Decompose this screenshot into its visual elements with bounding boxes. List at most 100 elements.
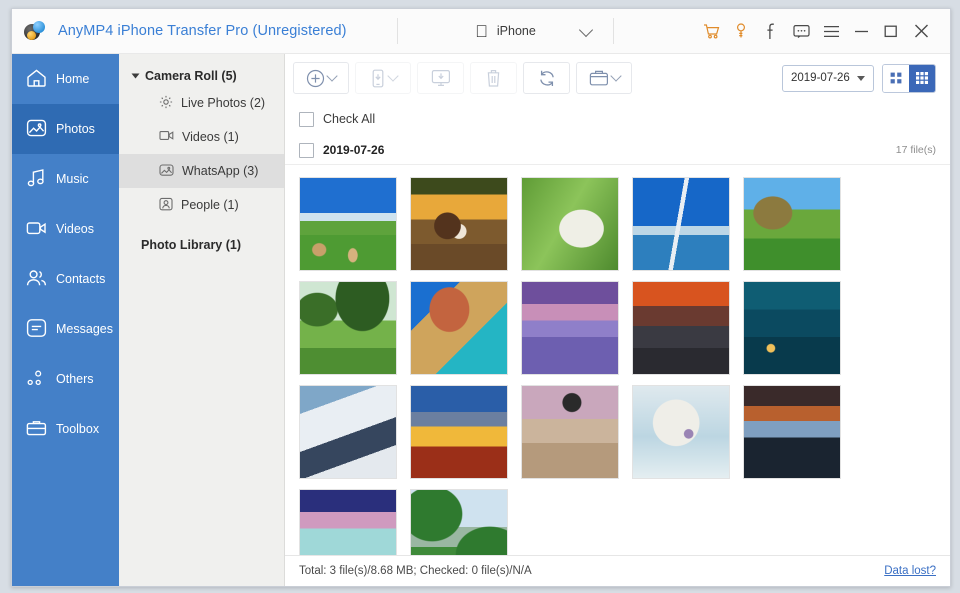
- tree-item-people[interactable]: People (1): [119, 188, 284, 222]
- anymp4-logo-icon: [24, 20, 48, 42]
- thumbnail-dark-pier-reflection[interactable]: [743, 385, 841, 479]
- tree-item-whatsapp[interactable]: WhatsApp (3): [119, 154, 284, 188]
- thumbnail-city-skyline-at-night[interactable]: [743, 281, 841, 375]
- group-checkbox[interactable]: [299, 143, 314, 158]
- chevron-down-icon: [610, 70, 621, 81]
- chevron-down-icon: [579, 23, 593, 37]
- image-icon: [159, 163, 174, 180]
- sidebar-item-others[interactable]: Others: [12, 354, 119, 404]
- title-bar: AnyMP4 iPhone Transfer Pro (Unregistered…: [12, 9, 950, 54]
- date-filter-dropdown[interactable]: 2019-07-26: [782, 65, 874, 92]
- check-all-label: Check All: [323, 112, 375, 126]
- view-options: 2019-07-26: [782, 64, 936, 93]
- date-filter-value: 2019-07-26: [791, 72, 850, 84]
- thumbnail-snow-covered-mountains[interactable]: [299, 385, 397, 479]
- thumbnail-coastal-cliff-village[interactable]: [410, 281, 508, 375]
- thumbnail-white-rabbit-in-grass[interactable]: [521, 177, 619, 271]
- device-selector[interactable]:  iPhone: [397, 18, 614, 44]
- contacts-icon: [26, 268, 47, 291]
- sidebar-item-label: Others: [56, 372, 94, 386]
- tree-item-label: Photo Library (1): [141, 238, 241, 252]
- thumbnail-green-meadow-with-sheep[interactable]: [299, 177, 397, 271]
- thumbnail-scroll-area[interactable]: [285, 165, 950, 555]
- key-icon[interactable]: [726, 16, 756, 46]
- sidebar-item-toolbox[interactable]: Toolbox: [12, 404, 119, 454]
- close-icon[interactable]: [906, 16, 936, 46]
- thumbnail-image: [300, 282, 396, 374]
- device-name: iPhone: [497, 24, 536, 38]
- thumbnail-image: [300, 178, 396, 270]
- thumbnail-dogs-on-deck-at-sunset[interactable]: [410, 177, 508, 271]
- home-icon: [26, 68, 47, 91]
- album-button[interactable]: [576, 62, 632, 94]
- person-icon: [159, 197, 173, 214]
- caret-down-icon[interactable]: [132, 74, 140, 79]
- thumbnail-tropical-foliage-seaview[interactable]: [410, 489, 508, 555]
- group-header: 2019-07-26 17 file(s): [285, 136, 950, 165]
- refresh-button[interactable]: [523, 62, 570, 94]
- export-to-device-button[interactable]: [355, 62, 411, 94]
- thumbnail-image: [633, 386, 729, 478]
- thumbnail-ferris-wheel-in-clouds[interactable]: [632, 385, 730, 479]
- add-button[interactable]: [293, 62, 349, 94]
- album-icon: [589, 69, 609, 87]
- thumbnail-grid: [299, 177, 950, 555]
- sidebar: Home Photos Music: [12, 54, 119, 586]
- sidebar-item-label: Messages: [56, 322, 113, 336]
- tree-item-label: Videos (1): [182, 130, 239, 144]
- thumbnail-image: [522, 178, 618, 270]
- toolbox-icon: [26, 418, 47, 441]
- large-grid-view-button[interactable]: [909, 65, 935, 92]
- group-file-count: 17 file(s): [896, 144, 936, 156]
- thumbnail-image: [411, 282, 507, 374]
- status-bar: Total: 3 file(s)/8.68 MB; Checked: 0 fil…: [285, 555, 950, 586]
- menu-icon[interactable]: [816, 16, 846, 46]
- window-body: Home Photos Music: [12, 54, 950, 586]
- sidebar-item-music[interactable]: Music: [12, 154, 119, 204]
- sidebar-item-label: Music: [56, 172, 89, 186]
- check-all-row[interactable]: Check All: [285, 102, 950, 136]
- thumbnail-image: [744, 282, 840, 374]
- thumbnail-image: [300, 490, 396, 555]
- facebook-icon[interactable]: [756, 16, 786, 46]
- triangle-down-icon: [857, 76, 865, 81]
- sidebar-item-label: Contacts: [56, 272, 105, 286]
- photos-icon: [26, 118, 47, 141]
- tree-item-live-photos[interactable]: Live Photos (2): [119, 86, 284, 120]
- thumbnail-rocky-turquoise-sea[interactable]: [299, 489, 397, 555]
- sidebar-item-home[interactable]: Home: [12, 54, 119, 104]
- apple-logo-icon: : [475, 23, 488, 40]
- trash-icon: [486, 69, 501, 88]
- thumbnail-tree-branch-over-green-field[interactable]: [299, 281, 397, 375]
- phone-export-icon: [370, 69, 386, 88]
- chevron-down-icon: [326, 70, 337, 81]
- thumbnail-image: [411, 386, 507, 478]
- minimize-icon[interactable]: [846, 16, 876, 46]
- feedback-icon[interactable]: [786, 16, 816, 46]
- thumbnail-suspension-bridge-over-water[interactable]: [632, 177, 730, 271]
- tree-item-photo-library[interactable]: Photo Library (1): [119, 222, 284, 252]
- thumbnail-image: [300, 386, 396, 478]
- sidebar-item-label: Photos: [56, 122, 95, 136]
- check-all-checkbox[interactable]: [299, 112, 314, 127]
- thumbnail-orange-sunset-beach[interactable]: [632, 281, 730, 375]
- sidebar-item-videos[interactable]: Videos: [12, 204, 119, 254]
- sidebar-item-contacts[interactable]: Contacts: [12, 254, 119, 304]
- cart-icon[interactable]: [696, 16, 726, 46]
- music-icon: [26, 168, 47, 191]
- thumbnail-golden-sunset-horizon[interactable]: [410, 385, 508, 479]
- tree-root-camera-roll[interactable]: Camera Roll (5): [119, 66, 284, 86]
- thumbnail-palm-tree-on-beach[interactable]: [521, 385, 619, 479]
- tree-item-videos[interactable]: Videos (1): [119, 120, 284, 154]
- sidebar-item-messages[interactable]: Messages: [12, 304, 119, 354]
- thumbnail-hilltop-castle-with-path[interactable]: [743, 177, 841, 271]
- toolbar: 2019-07-26: [285, 54, 950, 102]
- maximize-icon[interactable]: [876, 16, 906, 46]
- sidebar-item-photos[interactable]: Photos: [12, 104, 119, 154]
- window-controls: [696, 16, 950, 46]
- thumbnail-purple-pier-at-dusk[interactable]: [521, 281, 619, 375]
- export-to-pc-button[interactable]: [417, 62, 464, 94]
- small-grid-view-button[interactable]: [883, 65, 909, 92]
- delete-button[interactable]: [470, 62, 517, 94]
- data-lost-link[interactable]: Data lost?: [884, 565, 936, 577]
